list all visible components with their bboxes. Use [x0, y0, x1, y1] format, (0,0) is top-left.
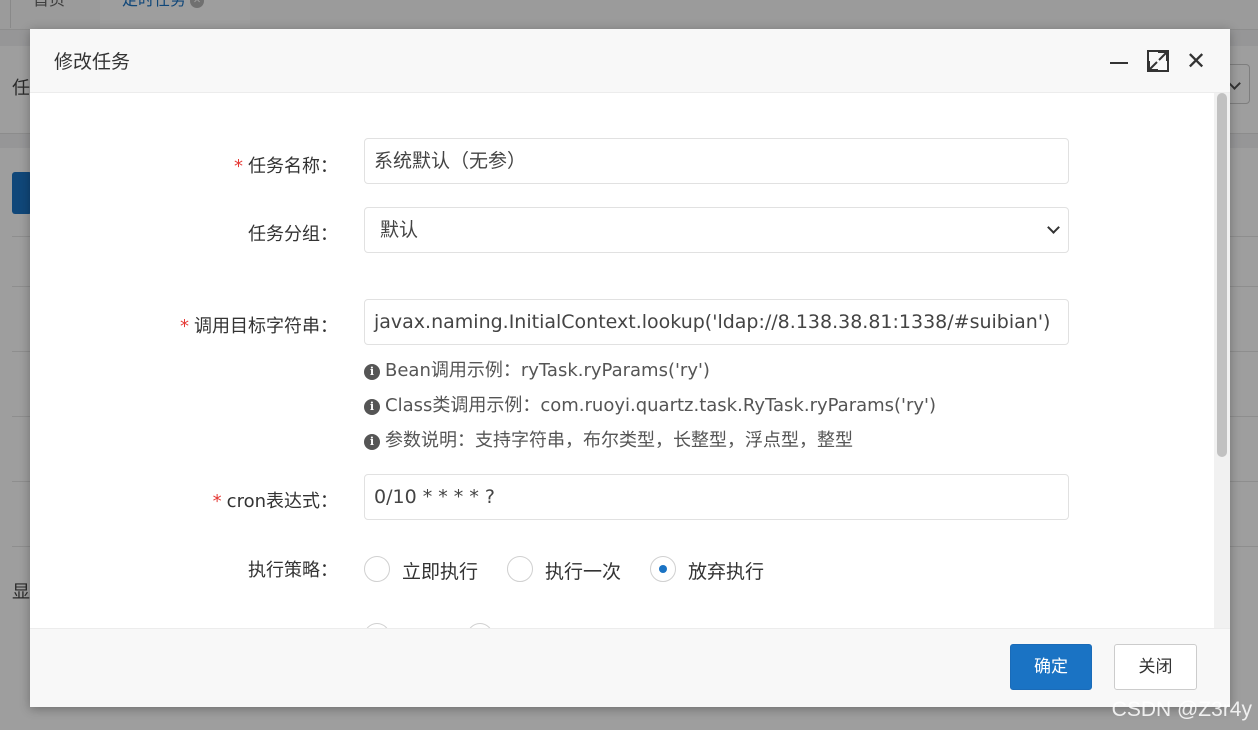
confirm-button[interactable]: 确定 [1010, 644, 1092, 690]
radio-immediate[interactable] [364, 556, 390, 582]
radio-immediate-label[interactable]: 立即执行 [402, 557, 478, 584]
minimize-icon[interactable] [1108, 49, 1132, 73]
help-text: i Bean调用示例：ryTask.ryParams('ry') [364, 356, 710, 382]
help-bean-example: Bean调用示例：ryTask.ryParams('ry') [385, 360, 710, 381]
invoke-target-input[interactable]: javax.naming.InitialContext.lookup('ldap… [364, 299, 1069, 345]
required-mark: * [212, 491, 222, 512]
close-icon[interactable]: ✕ [1184, 49, 1208, 73]
required-mark: * [234, 156, 243, 177]
cron-input[interactable]: 0/10 * * * * ? [364, 474, 1069, 520]
job-group-selected: 默认 [380, 219, 419, 241]
radio-abandon[interactable] [650, 556, 676, 582]
help-param-description: 参数说明：支持字符串，布尔类型，长整型，浮点型，整型 [385, 430, 853, 451]
job-group-label: 任务分组： [248, 224, 338, 245]
close-button[interactable]: 关闭 [1114, 644, 1197, 690]
job-name-input[interactable]: 系统默认（无参） [364, 138, 1069, 184]
chevron-down-icon [1047, 221, 1060, 234]
cron-label-text: cron表达式： [226, 491, 338, 512]
required-mark: * [180, 316, 189, 337]
help-class-example: Class类调用示例：com.ruoyi.quartz.task.RyTask.… [385, 395, 937, 416]
job-name-label-text: 任务名称： [248, 156, 338, 177]
modal-header: 修改任务 ✕ [30, 29, 1230, 93]
job-group-select[interactable]: 默认 [364, 207, 1069, 253]
info-icon: i [364, 434, 380, 450]
maximize-icon[interactable] [1146, 49, 1170, 73]
invoke-target-label-text: 调用目标字符串： [194, 316, 338, 337]
radio-abandon-label[interactable]: 放弃执行 [688, 557, 764, 584]
info-icon: i [364, 399, 380, 415]
modal-body: * 任务名称： 系统默认（无参） 任务分组： 默认 * 调用目标字符串： javax… [30, 93, 1230, 628]
invoke-target-label: * 调用目标字符串： [180, 312, 338, 338]
scrollbar-thumb[interactable] [1217, 93, 1227, 457]
info-icon: i [364, 364, 380, 380]
modal-title: 修改任务 [54, 51, 131, 73]
edit-job-modal: 修改任务 ✕ * 任务名称： 系统默认（无参） 任务分组： 默认 * 调用目标字符串… [30, 29, 1230, 707]
radio-once[interactable] [507, 556, 533, 582]
radio-once-label[interactable]: 执行一次 [545, 557, 621, 584]
misfire-policy-label: 执行策略： [248, 560, 338, 581]
modal-footer: 确定 关闭 [30, 628, 1230, 707]
cron-label: * cron表达式： [213, 487, 338, 513]
help-text: i 参数说明：支持字符串，布尔类型，长整型，浮点型，整型 [364, 426, 853, 452]
watermark: CSDN @Z3r4y [1111, 698, 1252, 721]
help-text: i Class类调用示例：com.ruoyi.quartz.task.RyTask… [364, 391, 936, 417]
job-name-label: * 任务名称： [234, 152, 338, 178]
modal-scrollbar[interactable] [1214, 93, 1230, 628]
